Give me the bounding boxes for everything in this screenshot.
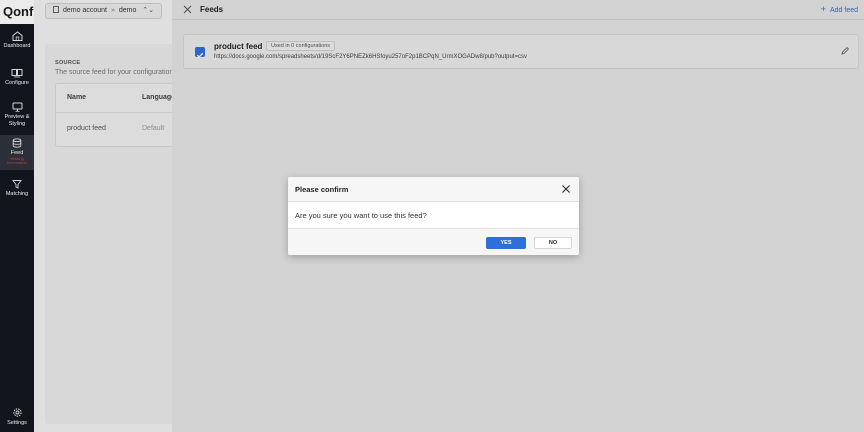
dialog-title: Please confirm <box>295 185 349 194</box>
dialog-message: Are you sure you want to use this feed? <box>295 211 427 220</box>
yes-button[interactable]: YES <box>486 237 526 249</box>
no-button[interactable]: NO <box>534 237 572 249</box>
dialog-header: Please confirm <box>288 177 579 202</box>
dialog-footer: YES NO <box>288 228 579 255</box>
close-icon[interactable] <box>561 184 571 194</box>
confirm-dialog: Please confirm Are you sure you want to … <box>288 177 579 255</box>
